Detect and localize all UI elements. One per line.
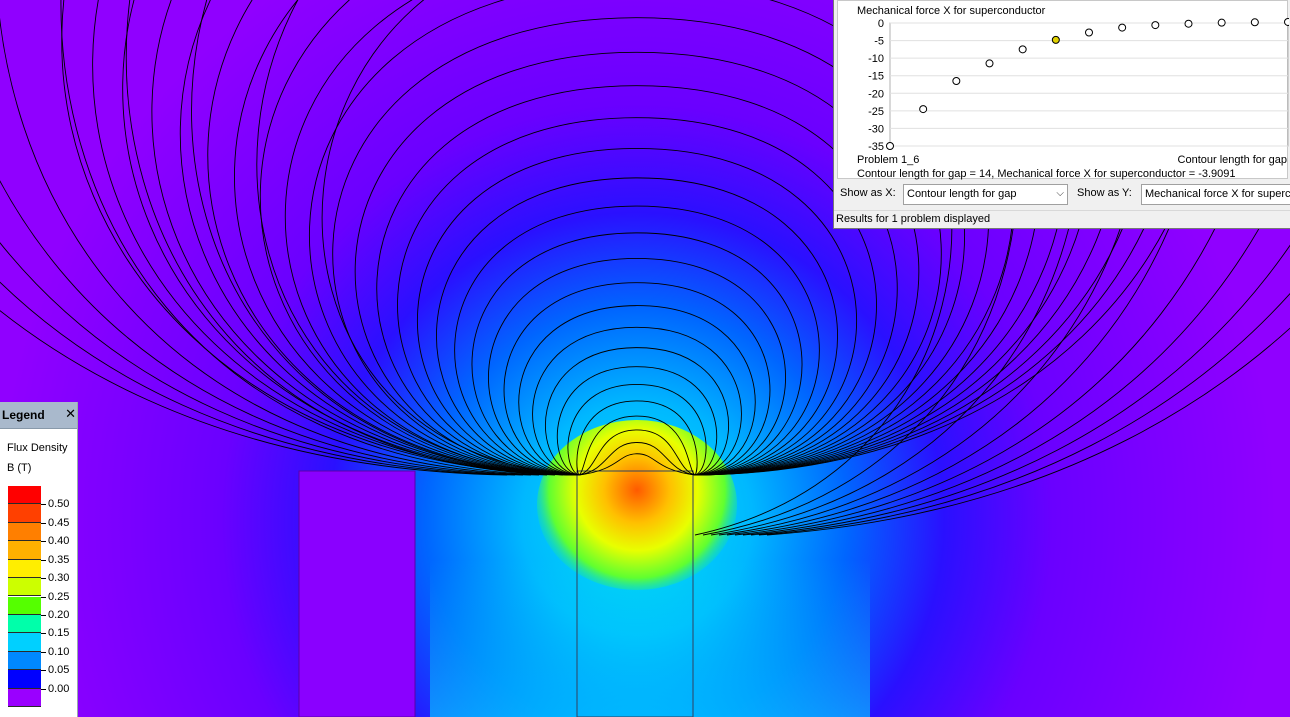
data-point bbox=[1051, 35, 1060, 44]
legend-level-label: 0.45 bbox=[48, 516, 70, 529]
data-point bbox=[1018, 45, 1027, 54]
data-point bbox=[1151, 21, 1160, 30]
show-y-value: Mechanical force X for superc bbox=[1145, 188, 1290, 200]
legend-tick bbox=[41, 651, 46, 653]
legend-swatch bbox=[8, 578, 41, 597]
status-bar: Results for 1 problem displayed bbox=[834, 210, 1290, 228]
legend-tick bbox=[41, 670, 46, 672]
show-y-label: Show as Y: bbox=[1077, 187, 1132, 199]
legend-swatch bbox=[8, 486, 41, 505]
legend-swatch bbox=[8, 504, 41, 523]
legend-level-label: 0.30 bbox=[48, 572, 70, 585]
y-tick-label: -25 bbox=[868, 106, 884, 118]
legend-swatch bbox=[8, 559, 41, 579]
y-tick-label: -10 bbox=[868, 53, 884, 65]
y-tick-label: -15 bbox=[868, 71, 884, 83]
show-x-value: Contour length for gap bbox=[907, 188, 1017, 200]
data-point bbox=[886, 142, 894, 150]
data-point bbox=[985, 59, 994, 68]
legend-level-label: 0.50 bbox=[48, 498, 70, 511]
legend-tick bbox=[41, 596, 46, 598]
legend-panel: Legend ✕ Flux Density B (T) 0.50 0.45 0.40… bbox=[0, 402, 78, 717]
show-x-select[interactable]: Contour length for gap ⌵ bbox=[903, 184, 1068, 205]
legend-tick bbox=[41, 522, 46, 524]
data-point bbox=[1085, 28, 1093, 37]
legend-swatch bbox=[8, 633, 41, 652]
data-point bbox=[1118, 23, 1127, 32]
field-hotspot bbox=[537, 420, 737, 590]
show-x-label: Show as X: bbox=[840, 187, 896, 199]
legend-tick bbox=[41, 541, 46, 543]
legend-color-bar bbox=[8, 486, 41, 707]
legend-swatch bbox=[8, 522, 41, 542]
legend-level-label: 0.25 bbox=[48, 590, 70, 603]
data-point bbox=[1250, 18, 1259, 27]
y-tick-label: -5 bbox=[874, 36, 884, 48]
data-point bbox=[919, 105, 928, 114]
legend-title: Legend bbox=[2, 408, 45, 422]
legend-level-label: 0.20 bbox=[48, 608, 70, 621]
legend-tick bbox=[41, 688, 46, 690]
chart-svg: Mechanical force X for superconductor 0 -… bbox=[857, 5, 1289, 180]
data-point bbox=[1184, 19, 1193, 28]
chart-title: Mechanical force X for superconductor bbox=[857, 5, 1046, 17]
y-tick-label: -20 bbox=[868, 88, 884, 100]
y-tick-label: 0 bbox=[878, 18, 884, 30]
legend-level-label: 0.40 bbox=[48, 535, 70, 548]
legend-level-label: 0.00 bbox=[48, 682, 70, 695]
legend-unit: B (T) bbox=[7, 462, 32, 474]
legend-tick bbox=[41, 504, 46, 506]
y-tick-label: -30 bbox=[868, 123, 884, 135]
legend-swatch bbox=[8, 651, 41, 671]
chart-frame bbox=[889, 22, 1289, 147]
close-icon[interactable]: ✕ bbox=[65, 406, 76, 422]
legend-level-label: 0.10 bbox=[48, 645, 70, 658]
legend-tick bbox=[41, 614, 46, 616]
legend-tick bbox=[41, 633, 46, 635]
legend-level-label: 0.05 bbox=[48, 664, 70, 677]
legend-swatch bbox=[8, 670, 41, 689]
y-tick-label: -35 bbox=[868, 141, 884, 153]
legend-swatch bbox=[8, 541, 41, 560]
chart-plot-area[interactable]: Mechanical force X for superconductor 0 -… bbox=[837, 0, 1289, 180]
legend-tick bbox=[41, 559, 46, 561]
data-point bbox=[952, 76, 961, 85]
data-point bbox=[1217, 18, 1226, 27]
legend-swatch bbox=[8, 596, 41, 615]
chart-footer-left: Problem 1_6 bbox=[857, 154, 919, 166]
legend-level-label: 0.35 bbox=[48, 553, 70, 566]
legend-header: Legend ✕ bbox=[0, 402, 77, 429]
data-point bbox=[1284, 17, 1289, 26]
chevron-down-icon: ⌵ bbox=[1056, 188, 1064, 199]
legend-tick bbox=[41, 578, 46, 580]
legend-swatch bbox=[8, 688, 41, 707]
show-y-select[interactable]: Mechanical force X for superc bbox=[1141, 184, 1290, 205]
legend-swatch bbox=[8, 614, 41, 634]
chart-window: Mechanical force X for superconductor 0 -… bbox=[833, 0, 1290, 229]
legend-level-label: 0.15 bbox=[48, 627, 70, 640]
iron-block bbox=[298, 470, 416, 717]
legend-quantity: Flux Density bbox=[7, 442, 68, 454]
x-axis-label: Contour length for gap bbox=[1178, 154, 1287, 166]
chart-readout: Contour length for gap = 14, Mechanical … bbox=[857, 168, 1236, 180]
